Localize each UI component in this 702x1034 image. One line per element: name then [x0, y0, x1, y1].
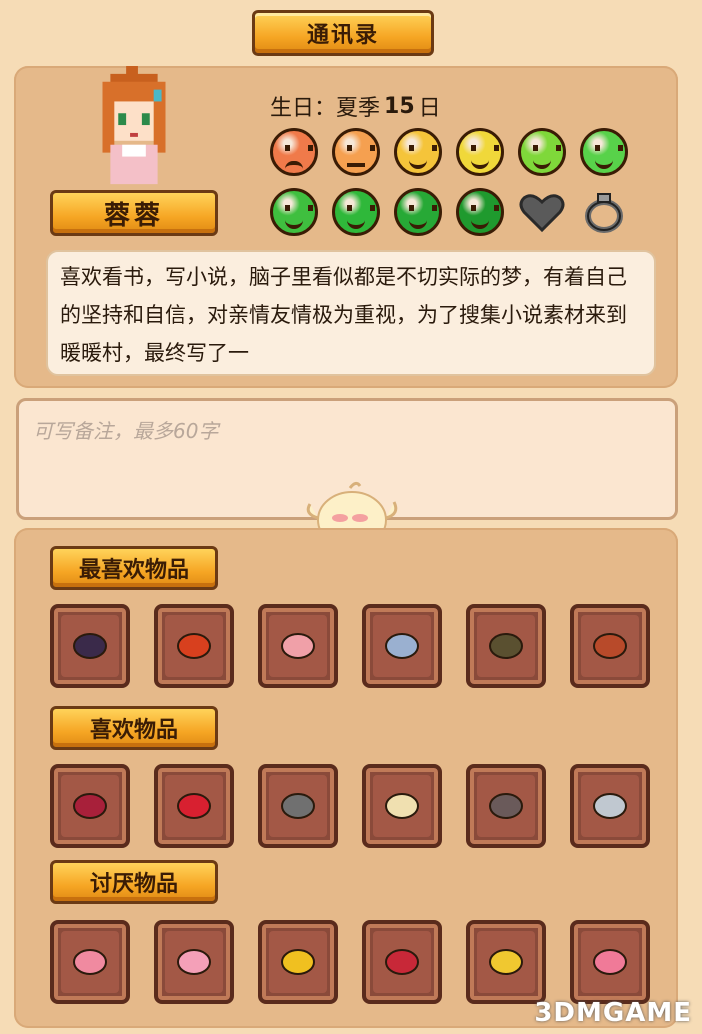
red-potion-icon	[172, 782, 216, 830]
red-gem-icon	[68, 782, 112, 830]
item-slot-inner	[269, 931, 327, 993]
item-slot[interactable]	[362, 764, 442, 848]
treasure-bag-icon	[380, 782, 424, 830]
favorite-items-row	[50, 604, 650, 688]
item-slot-inner	[165, 615, 223, 677]
watermark-text: 3DMGAME	[534, 998, 692, 1028]
item-slot[interactable]	[258, 764, 338, 848]
lobster-icon	[172, 622, 216, 670]
item-slot-inner	[269, 775, 327, 837]
character-name-plate: 蓉蓉	[50, 190, 218, 236]
item-slot[interactable]	[50, 604, 130, 688]
item-slot[interactable]	[154, 764, 234, 848]
affection-row-2	[270, 188, 650, 240]
liked-items-row	[50, 764, 650, 848]
silver-fish-icon	[380, 622, 424, 670]
affection-row-1	[270, 128, 650, 176]
steel-sword-icon	[588, 782, 632, 830]
item-slot-inner	[477, 931, 535, 993]
sunflower-icon	[276, 938, 320, 986]
happy-face-icon	[270, 188, 318, 236]
item-slot-inner	[581, 775, 639, 837]
item-slot[interactable]	[362, 604, 442, 688]
disliked-items-label: 讨厌物品	[50, 860, 218, 904]
character-name: 蓉蓉	[103, 200, 164, 231]
dagger-icon	[276, 782, 320, 830]
big-grin-face-icon	[456, 188, 504, 236]
watermark: 3DMGAME	[534, 998, 692, 1028]
note-placeholder: 可写备注，最多60字	[33, 419, 219, 443]
disliked-items-row	[50, 920, 650, 1004]
item-slot-inner	[373, 615, 431, 677]
item-slot-inner	[477, 775, 535, 837]
red-rose-icon	[380, 938, 424, 986]
frown-face-icon	[270, 128, 318, 176]
smile-face-icon	[456, 128, 504, 176]
birthday-label: 生日：夏季	[270, 96, 381, 121]
affection-meter	[270, 128, 650, 252]
bat-icon	[484, 782, 528, 830]
pink-rose-icon	[68, 938, 112, 986]
birthday-day: 15	[384, 93, 415, 119]
item-slot[interactable]	[362, 920, 442, 1004]
item-slot[interactable]	[466, 604, 546, 688]
item-slot-inner	[165, 775, 223, 837]
item-slot[interactable]	[570, 604, 650, 688]
birthday-suffix: 日	[418, 96, 441, 121]
item-slot-inner	[61, 775, 119, 837]
yellow-flower-icon	[484, 938, 528, 986]
item-slot-inner	[373, 775, 431, 837]
item-slot-inner	[477, 615, 535, 677]
item-slot-inner	[61, 931, 119, 993]
red-fish-icon	[588, 622, 632, 670]
smile-face-icon	[394, 128, 442, 176]
item-slot-inner	[269, 615, 327, 677]
ring-icon	[580, 188, 628, 240]
item-slot-inner	[581, 931, 639, 993]
item-slot[interactable]	[154, 604, 234, 688]
pink-fish-icon	[276, 622, 320, 670]
favorite-items-label: 最喜欢物品	[50, 546, 218, 590]
item-slot[interactable]	[570, 920, 650, 1004]
title-banner: 通讯录	[252, 10, 434, 56]
happy-face-icon	[580, 128, 628, 176]
character-portrait	[102, 66, 166, 185]
heart-icon	[518, 188, 566, 240]
item-slot-inner	[373, 931, 431, 993]
item-slot[interactable]	[466, 764, 546, 848]
item-slot[interactable]	[50, 764, 130, 848]
character-description: 喜欢看书，写小说，脑子里看似都是不切实际的梦，有着自己的坚持和自信，对亲情友情极…	[46, 250, 656, 376]
liked-items-label-text: 喜欢物品	[89, 718, 178, 743]
item-slot[interactable]	[258, 920, 338, 1004]
sea-cucumber-icon	[68, 622, 112, 670]
item-slot[interactable]	[570, 764, 650, 848]
item-slot[interactable]	[154, 920, 234, 1004]
pink-tulip-icon	[172, 938, 216, 986]
page-title: 通讯录	[306, 23, 379, 48]
disliked-items-label-text: 讨厌物品	[89, 872, 178, 897]
item-slot[interactable]	[258, 604, 338, 688]
liked-items-label: 喜欢物品	[50, 706, 218, 750]
birthday: 生日：夏季 15 日	[270, 88, 441, 124]
item-slot-inner	[61, 615, 119, 677]
pink-flowers-icon	[588, 938, 632, 986]
item-slot-inner	[581, 615, 639, 677]
favorite-items-label-text: 最喜欢物品	[78, 558, 189, 583]
item-slot[interactable]	[50, 920, 130, 1004]
grin-face-icon	[332, 188, 380, 236]
neutral-face-icon	[332, 128, 380, 176]
grin-face-icon	[394, 188, 442, 236]
catfish-icon	[484, 622, 528, 670]
item-slot[interactable]	[466, 920, 546, 1004]
item-slot-inner	[165, 931, 223, 993]
happy-face-icon	[518, 128, 566, 176]
